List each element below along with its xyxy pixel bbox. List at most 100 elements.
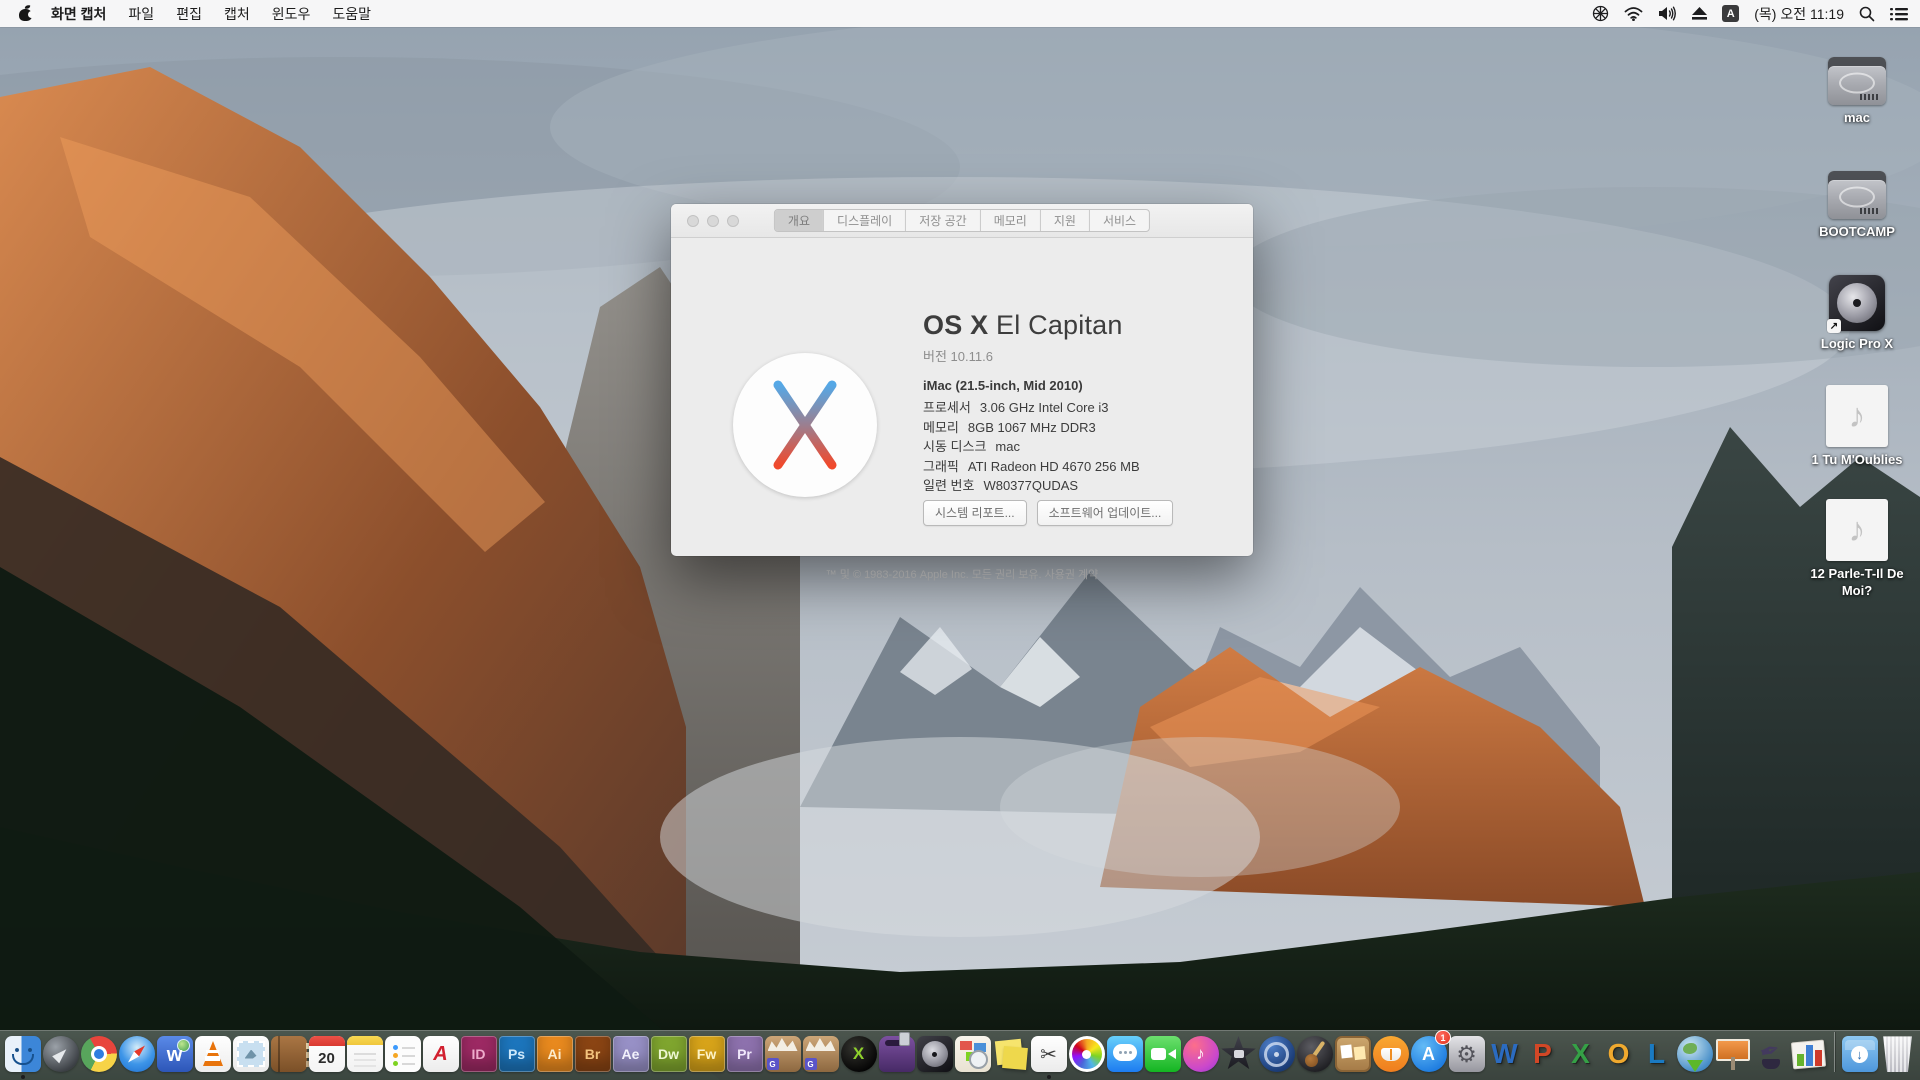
dock-ms-lync[interactable]: L (1638, 1035, 1676, 1073)
tab-2[interactable]: 저장 공간 (905, 210, 980, 231)
dock-dreamweaver[interactable]: Dw (650, 1035, 688, 1073)
desktop-icon-disk-bootcamp[interactable]: BOOTCAMP (1797, 171, 1917, 241)
dock-w-globe-app[interactable]: w (156, 1035, 194, 1073)
menu-item-3[interactable]: 캡처 (213, 0, 261, 27)
dock-trash[interactable] (1879, 1035, 1917, 1073)
copyright-footer[interactable]: ™ 및 © 1983-2016 Apple Inc. 모든 권리 보유. 사용권… (671, 566, 1253, 582)
menu-item-0[interactable]: 화면 캡처 (40, 0, 117, 27)
dock-box-app-2[interactable]: G (802, 1035, 840, 1073)
ms-powerpoint-icon: P (1533, 1038, 1552, 1069)
tab-3[interactable]: 메모리 (979, 210, 1040, 231)
minimize-button[interactable] (707, 215, 719, 227)
finder-icon (4, 1036, 41, 1072)
tab-1[interactable]: 디스플레이 (823, 210, 905, 231)
menu-bar-clock[interactable]: (목) 오전 11:19 (1754, 4, 1844, 24)
dock-launchpad[interactable] (42, 1035, 80, 1073)
dock-quark-x-app[interactable]: X (840, 1035, 878, 1073)
software-update-button[interactable]: 소프트웨어 업데이트... (1036, 500, 1174, 526)
wifi-icon[interactable] (1624, 0, 1643, 27)
os-version: 버전 10.11.6 (923, 349, 993, 364)
dock-facetime[interactable] (1144, 1035, 1182, 1073)
dock-chrome[interactable] (80, 1035, 118, 1073)
desktop-icon-audio-file-2[interactable]: ♪ 12 Parle-T-Il De Moi? (1797, 499, 1917, 600)
desktop-icon-logic-pro-x-alias[interactable]: ↗ Logic Pro X (1797, 275, 1917, 353)
dock-ms-word[interactable]: W (1486, 1035, 1524, 1073)
eject-icon[interactable] (1692, 0, 1708, 27)
dock-system-preferences[interactable]: ⚙ (1448, 1035, 1486, 1073)
dock-imovie[interactable] (1220, 1035, 1258, 1073)
dock-mail[interactable] (232, 1035, 270, 1073)
tab-4[interactable]: 지원 (1039, 210, 1089, 231)
dock-maps-compass-app[interactable] (954, 1035, 992, 1073)
dock-app-store[interactable]: A1 (1410, 1030, 1451, 1073)
dock-corkboard-photos-app[interactable] (1334, 1035, 1372, 1073)
dock-numbers-09[interactable] (1790, 1035, 1828, 1073)
dock-contacts[interactable] (270, 1035, 309, 1073)
dock-itunes[interactable]: ♪ (1182, 1035, 1220, 1073)
system-report-button[interactable]: 시스템 리포트... (923, 500, 1027, 526)
system-preferences-icon: ⚙ (1448, 1036, 1485, 1072)
dock-ms-powerpoint[interactable]: P (1524, 1035, 1562, 1073)
about-this-mac-window: 개요 디스플레이 저장 공간 메모리 지원 서비스 OS X El Capitan 버전 … (671, 204, 1253, 581)
dock-reminders[interactable] (384, 1035, 422, 1073)
dock-stickies[interactable] (992, 1035, 1030, 1073)
spotlight-icon[interactable] (1859, 0, 1875, 27)
dock-calendar[interactable]: 20 (308, 1035, 346, 1073)
dock-ms-outlook[interactable]: O (1600, 1035, 1638, 1073)
volume-icon[interactable] (1658, 0, 1677, 27)
apple-menu[interactable] (10, 0, 40, 27)
zoom-button[interactable] (727, 215, 739, 227)
indesign-icon: ID (460, 1036, 497, 1072)
tab-5[interactable]: 서비스 (1088, 210, 1149, 231)
dock-photos[interactable] (1068, 1035, 1106, 1073)
dock-toaster-device-app[interactable] (878, 1032, 916, 1073)
dock-garageband[interactable] (1296, 1035, 1334, 1073)
dock-screen-capture-app[interactable]: ✂ (1030, 1035, 1068, 1073)
notification-center-icon[interactable] (1890, 0, 1908, 27)
window-titlebar[interactable]: 개요 디스플레이 저장 공간 메모리 지원 서비스 (671, 204, 1253, 238)
logic-pro-x-icon (916, 1036, 953, 1072)
dock-keynote-09[interactable] (1714, 1035, 1752, 1073)
ms-word-icon: W (1491, 1038, 1518, 1069)
dock-ms-excel[interactable]: X (1562, 1035, 1600, 1073)
spec-list: 프로세서 3.06 GHz Intel Core i3 메모리 8GB 1067 MH… (923, 398, 1233, 496)
spec-row: 일련 번호 W80377QUDAS (923, 478, 1079, 493)
menu-item-1[interactable]: 파일 (117, 0, 165, 27)
dock-bridge[interactable]: Br (574, 1035, 612, 1073)
dock-safari[interactable] (118, 1035, 156, 1073)
desktop-icon-disk-mac[interactable]: mac (1797, 57, 1917, 127)
downloads-folder-icon: ↓ (1841, 1036, 1878, 1072)
dock-pages-09[interactable]: ✒ (1752, 1035, 1790, 1073)
dock-photoshop[interactable]: Ps (498, 1035, 536, 1073)
menu-item-2[interactable]: 편집 (165, 0, 213, 27)
menu-bar: 화면 캡처 파일 편집 캡처 윈도우 도움말 A (목) 오전 11:19 (0, 0, 1920, 27)
dock-globe-download-app[interactable] (1676, 1035, 1714, 1073)
close-button[interactable] (687, 215, 699, 227)
input-source-icon[interactable]: A (1722, 5, 1740, 22)
dock-idvd[interactable] (1258, 1035, 1296, 1073)
dock-indesign[interactable]: ID (460, 1035, 498, 1073)
menu-item-5[interactable]: 도움말 (321, 0, 382, 27)
dock-vlc[interactable] (194, 1035, 232, 1073)
contacts-icon (270, 1036, 309, 1072)
dock-after-effects[interactable]: Ae (612, 1035, 650, 1073)
dock-finder[interactable] (4, 1035, 42, 1073)
dock-fireworks[interactable]: Fw (688, 1035, 726, 1073)
dock-downloads-folder[interactable]: ↓ (1841, 1035, 1879, 1073)
dock-illustrator[interactable]: Ai (536, 1035, 574, 1073)
dock-notes[interactable] (346, 1035, 384, 1073)
fan-icon[interactable] (1592, 0, 1609, 27)
desktop-icon-audio-file-1[interactable]: ♪ 1 Tu M'Oublies (1797, 385, 1917, 469)
dock-premiere[interactable]: Pr (726, 1035, 764, 1073)
dock-logic-pro-x[interactable] (916, 1035, 954, 1073)
tab-0[interactable]: 개요 (774, 210, 824, 231)
illustrator-icon: Ai (536, 1036, 573, 1072)
dock-acrobat[interactable]: A (422, 1035, 460, 1073)
dock-messages[interactable] (1106, 1035, 1144, 1073)
menu-item-4[interactable]: 윈도우 (261, 0, 322, 27)
vlc-icon (194, 1036, 231, 1072)
launchpad-icon (42, 1036, 79, 1072)
dock-box-app-1[interactable]: G (764, 1035, 802, 1073)
acrobat-icon: A (422, 1036, 459, 1072)
dock-ibooks[interactable] (1372, 1035, 1410, 1073)
